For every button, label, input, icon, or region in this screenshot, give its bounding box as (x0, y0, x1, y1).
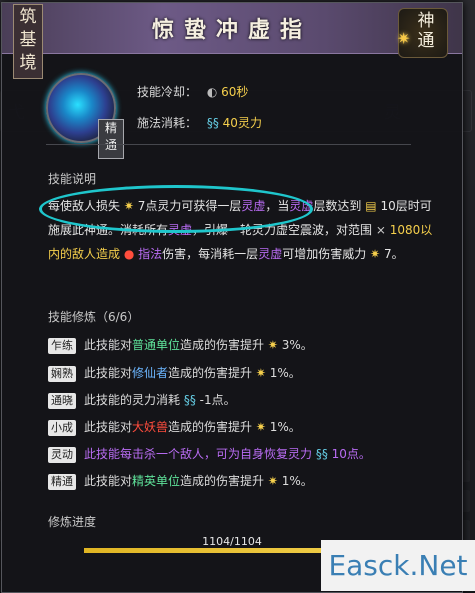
cultivation-text: 造成的伤害提升 (180, 474, 265, 488)
cost-row: 施法消耗： §§ 40灵力 (137, 114, 262, 131)
cultivation-row: 精通 此技能对精英单位造成的伤害提升 ✷ 1%。 (48, 472, 313, 490)
cultivation-text: 此技能的灵力消耗 (84, 393, 181, 407)
sparkle-icon: ✷ (264, 338, 282, 352)
cultivation-badge: 乍练 (48, 338, 76, 354)
skill-description: 每使敌人损失 ✷ 7点灵力可获得一层灵虚，当灵虚层数达到 ▤ 10层时可施展此神… (48, 194, 443, 266)
cooldown-row: 技能冷却： ◐ 60秒 (137, 83, 248, 100)
spirit-icon: §§ (312, 447, 332, 461)
cultivation-badge: 小成 (48, 420, 76, 436)
desc-keyword: 指法 (138, 247, 163, 261)
cultivation-highlight: 修仙者 (132, 366, 169, 380)
sparkle-icon: ✷ (252, 366, 270, 380)
cooldown-label: 技能冷却： (137, 85, 198, 99)
cultivation-text: 造成的伤害提升 (180, 338, 265, 352)
cultivation-value: -1点。 (199, 393, 236, 407)
scroll-icon: ▤ (365, 199, 377, 213)
range-icon: ⨯ (375, 223, 386, 237)
cultivation-value: 1%。 (269, 366, 301, 380)
desc-keyword: 灵虚 (241, 199, 266, 213)
cultivation-text: 此技能对 (84, 338, 133, 352)
sparkle-icon: ✷ (264, 474, 282, 488)
cultivation-text: 造成的伤害提升 (168, 420, 253, 434)
desc-keyword: 灵虚 (289, 199, 314, 213)
cultivation-text: 此技能对 (84, 366, 133, 380)
sparkle-icon: ✷ (123, 199, 134, 213)
cultivation-text: 此技能对 (84, 474, 133, 488)
cost-label: 施法消耗： (137, 116, 198, 130)
sparkle-icon: ✷ (370, 247, 381, 261)
progress-title: 修炼进度 (48, 515, 97, 529)
cultivation-highlight: 大妖兽 (132, 420, 169, 434)
skill-icon: 精 通 (46, 73, 124, 159)
title-bar: 惊蛰冲虚指 (2, 3, 462, 54)
skill-title: 惊蛰冲虚指 (151, 17, 312, 43)
cultivation-value: 3%。 (281, 338, 313, 352)
cultivation-highlight: 精英单位 (132, 474, 181, 488)
cultivation-title: 技能修炼（6/6） (48, 310, 140, 324)
cultivation-row: 通晓 此技能的灵力消耗 §§ -1点。 (48, 391, 236, 409)
sparkle-icon: ✷ (252, 420, 270, 434)
realm-badge: 筑 基 境 (13, 4, 43, 79)
cultivation-value: 10点。 (331, 447, 371, 461)
cultivation-row: 娴熟 此技能对修仙者造成的伤害提升 ✷ 1%。 (48, 364, 301, 382)
cultivation-value: 1%。 (269, 420, 301, 434)
desc-text: 7。 (383, 247, 404, 261)
cultivation-row: 小成 此技能对大妖兽造成的伤害提升 ✷ 1%。 (48, 418, 301, 436)
desc-text: 7点灵力可获得一层 (137, 199, 242, 213)
skill-tooltip: 惊蛰冲虚指 ✷ 神 通 精 通 技能冷却： ◐ 60秒 施法消耗： §§ 40灵… (1, 2, 463, 593)
mastery-badge: 精 通 (98, 119, 124, 159)
cultivation-row: 乍练 此技能对普通单位造成的伤害提升 ✷ 3%。 (48, 336, 313, 354)
desc-text: 伤害，每消耗一层 (162, 247, 259, 261)
cultivation-badge: 通晓 (48, 393, 76, 409)
cultivation-row: 灵动 此技能每击杀一个敌人，可为自身恢复灵力 §§ 10点。 (48, 445, 371, 463)
spirit-icon: §§ (206, 116, 219, 130)
cultivation-highlight: 普通单位 (132, 338, 181, 352)
cultivation-badge: 精通 (48, 474, 76, 490)
finger-icon: ● (123, 247, 135, 261)
divine-power-label: 神 通 (417, 11, 435, 51)
spirit-icon: §§ (180, 393, 200, 407)
cultivation-badge: 灵动 (48, 447, 76, 463)
cooldown-value: 60秒 (221, 85, 249, 99)
sparkle-icon: ✷ (397, 29, 411, 48)
divider (46, 144, 411, 145)
desc-text: 每使敌人损失 (48, 199, 121, 213)
desc-text: ，引爆一轮灵力虚空震波，对范围 (192, 223, 373, 237)
cultivation-highlight: 此技能每击杀一个敌人，可为自身恢复灵力 (84, 447, 313, 461)
cost-value: 40灵力 (222, 116, 262, 130)
watermark: Easck.Net (321, 540, 475, 591)
desc-text: ，当 (265, 199, 290, 213)
cultivation-badge: 娴熟 (48, 366, 76, 382)
description-title: 技能说明 (48, 172, 97, 186)
divine-power-emblem: ✷ 神 通 (397, 8, 448, 58)
cultivation-text: 此技能对 (84, 420, 133, 434)
desc-text: 可增加伤害威力 (282, 247, 367, 261)
desc-keyword: 灵虚 (168, 223, 193, 237)
cultivation-value: 1%。 (281, 474, 313, 488)
cooldown-icon: ◐ (206, 85, 218, 99)
cultivation-text: 造成的伤害提升 (168, 366, 253, 380)
desc-keyword: 灵虚 (258, 247, 283, 261)
desc-text: 层数达到 (313, 199, 362, 213)
